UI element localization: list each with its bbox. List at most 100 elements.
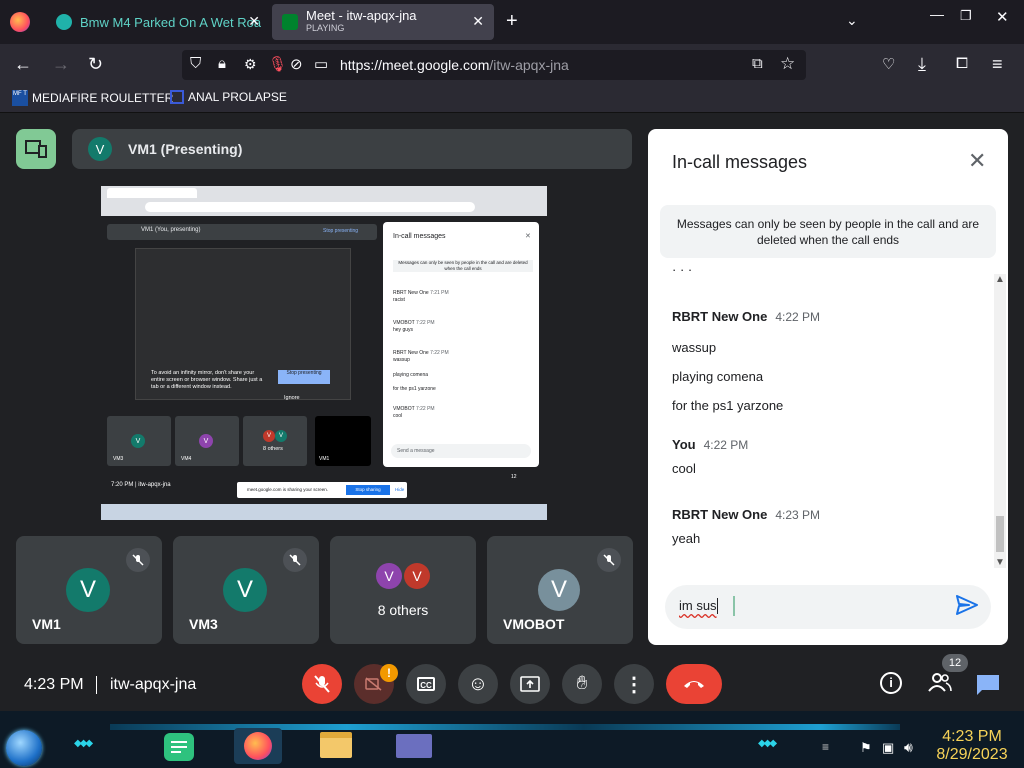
inner-people-count: 12 bbox=[511, 474, 517, 480]
present-layout-icon[interactable] bbox=[16, 129, 56, 169]
tab-favicon-icon bbox=[56, 14, 72, 30]
extensions-icon[interactable]: ⧠ bbox=[956, 55, 968, 72]
shared-screen: VM1 (You, presenting) Stop presenting To… bbox=[101, 186, 547, 520]
bookmark-label: MEDIAFIRE ROULETTER bbox=[32, 91, 174, 105]
firefox-logo-icon[interactable] bbox=[10, 12, 30, 32]
taskbar-decor-icon: ◆◆◆ bbox=[758, 738, 777, 749]
divider bbox=[96, 676, 97, 694]
send-message-icon[interactable] bbox=[956, 595, 978, 620]
reload-icon[interactable]: ↻ bbox=[88, 54, 103, 75]
window-thumbnail-icon[interactable] bbox=[396, 734, 432, 758]
others-tile[interactable]: V V 8 others bbox=[330, 536, 476, 644]
close-tab-icon[interactable]: ✕ bbox=[248, 13, 260, 30]
more-options-button[interactable]: ⋮ bbox=[614, 664, 654, 704]
hand-icon: ✋︎ bbox=[576, 673, 588, 694]
bookmark-label: ANAL PROLAPSE bbox=[188, 90, 287, 104]
meet-favicon-icon bbox=[282, 14, 298, 30]
people-button[interactable] bbox=[928, 672, 952, 697]
notes-app-icon[interactable] bbox=[164, 733, 194, 761]
tab-title: Meet - itw-apqx-jna bbox=[306, 9, 417, 23]
new-tab-icon[interactable]: + bbox=[506, 10, 518, 33]
tab-meet[interactable]: Meet - itw-apqx-jna PLAYING ✕ bbox=[272, 4, 494, 40]
inner-msg-4: playing comena bbox=[393, 372, 429, 378]
inner-avatar: V bbox=[199, 434, 213, 448]
reactions-button[interactable]: ☺ bbox=[458, 664, 498, 704]
permissions-icon[interactable]: ⚙ bbox=[244, 56, 257, 73]
close-tab-icon[interactable]: ✕ bbox=[472, 13, 484, 30]
inner-chat-title: In-call messages bbox=[393, 233, 446, 240]
list-all-tabs-icon[interactable]: ⌄ bbox=[846, 12, 858, 29]
raise-hand-button[interactable]: ✋︎ bbox=[562, 664, 602, 704]
ibeam-cursor-icon bbox=[733, 596, 735, 616]
taskbar-clock[interactable]: 4:23 PM 8/29/2023 bbox=[934, 728, 1010, 764]
bookmark-second[interactable]: ANAL PROLAPSE bbox=[170, 90, 287, 104]
camera-blocked-icon[interactable]: ⊘ bbox=[290, 55, 303, 73]
reader-view-icon[interactable]: ▭ bbox=[314, 55, 328, 73]
participant-tile[interactable]: V VM3 bbox=[173, 536, 319, 644]
inner-chat-close-icon: ✕ bbox=[525, 233, 531, 240]
inner-msg-5: for the ps1 yarzone bbox=[393, 386, 436, 392]
mic-toggle-button[interactable] bbox=[302, 664, 342, 704]
inner-avatar: V bbox=[131, 434, 145, 448]
tracking-protection-icon[interactable]: ⛉ bbox=[190, 55, 201, 72]
participant-tile[interactable]: V VMOBOT bbox=[487, 536, 633, 644]
chat-scroll-area[interactable]: · · · RBRT New One 4:22 PM wassup playing… bbox=[660, 268, 988, 568]
picture-in-picture-icon[interactable]: ⧉ bbox=[752, 55, 763, 72]
msg-time: 4:22 PM bbox=[775, 310, 821, 324]
inner-stop-sharing: Stop sharing bbox=[346, 485, 390, 495]
pocket-icon[interactable]: ♡ bbox=[882, 55, 895, 73]
people-count-badge: 12 bbox=[942, 654, 968, 672]
participant-tile[interactable]: V VM1 bbox=[16, 536, 162, 644]
msg-text: playing comena bbox=[672, 369, 764, 384]
minimize-window-icon[interactable]: — bbox=[930, 6, 944, 22]
chat-scrollbar[interactable]: ▲ ▼ bbox=[994, 274, 1006, 568]
participant-avatar: V bbox=[66, 568, 110, 612]
volume-icon[interactable]: 🔊︎ bbox=[904, 739, 913, 756]
msg-text: wassup bbox=[672, 340, 717, 355]
text-cursor bbox=[717, 598, 718, 614]
bookmark-mediafire[interactable]: MF T MEDIAFIRE ROULETTER bbox=[12, 90, 173, 106]
chat-input-text[interactable]: im sus bbox=[679, 598, 717, 613]
firefox-taskbar-icon[interactable] bbox=[234, 728, 282, 764]
inner-chat-panel bbox=[383, 222, 539, 467]
url-text[interactable]: https://meet.google.com/itw-apqx-jna bbox=[340, 57, 569, 73]
chat-button[interactable] bbox=[976, 674, 1000, 701]
leave-call-button[interactable] bbox=[666, 664, 722, 704]
menu-icon[interactable]: ≡ bbox=[992, 54, 1003, 75]
tab-bmw[interactable]: Bmw M4 Parked On A Wet Roa ✕ bbox=[44, 4, 270, 40]
mic-off-icon bbox=[597, 548, 621, 572]
network-icon[interactable]: ▣ bbox=[882, 740, 894, 756]
bookmark-star-icon[interactable]: ☆ bbox=[780, 54, 795, 74]
lock-icon[interactable]: 🔒︎ bbox=[218, 55, 226, 72]
restore-window-icon[interactable]: ❐ bbox=[960, 8, 972, 24]
taskbar-date: 8/29/2023 bbox=[936, 746, 1008, 763]
action-center-flag-icon[interactable]: ⚑ bbox=[860, 740, 872, 756]
meeting-time: 4:23 PM bbox=[24, 676, 84, 693]
mic-off-icon bbox=[283, 548, 307, 572]
close-window-icon[interactable]: ✕ bbox=[996, 8, 1009, 26]
microphone-active-icon[interactable]: 🎙︎ bbox=[268, 55, 287, 73]
captions-button[interactable]: CC bbox=[406, 664, 446, 704]
inner-tile-label: VM3 bbox=[113, 456, 124, 462]
msg-text: yeah bbox=[672, 531, 701, 546]
inner-msg-1: RBRT New One 7:21 PM racist bbox=[393, 290, 449, 303]
show-hidden-icons[interactable]: ≡ bbox=[822, 740, 829, 754]
participant-name: VM3 bbox=[189, 616, 218, 632]
forward-icon[interactable]: → bbox=[52, 54, 70, 75]
scrollbar-thumb[interactable] bbox=[996, 516, 1004, 552]
meeting-details-icon[interactable]: i bbox=[880, 672, 902, 694]
scroll-up-icon[interactable]: ▲ bbox=[994, 274, 1006, 285]
tab-title: Bmw M4 Parked On A Wet Roa bbox=[80, 14, 262, 30]
tab-playing-status: PLAYING bbox=[306, 23, 345, 33]
start-orb-icon[interactable] bbox=[6, 730, 42, 766]
downloads-icon[interactable]: ⤓ bbox=[918, 54, 926, 75]
scroll-down-icon[interactable]: ▼ bbox=[994, 557, 1006, 568]
inner-time: 7:20 PM | itw-apqx-jna bbox=[111, 482, 171, 488]
taskbar-decor-icon: ◆◆◆ bbox=[74, 738, 93, 749]
participant-avatar: V bbox=[376, 563, 402, 589]
back-icon[interactable]: ← bbox=[14, 54, 32, 75]
taskbar-glow bbox=[110, 724, 900, 730]
present-screen-button[interactable] bbox=[510, 664, 550, 704]
close-chat-icon[interactable]: ✕ bbox=[968, 148, 986, 174]
file-explorer-icon[interactable] bbox=[320, 732, 352, 758]
